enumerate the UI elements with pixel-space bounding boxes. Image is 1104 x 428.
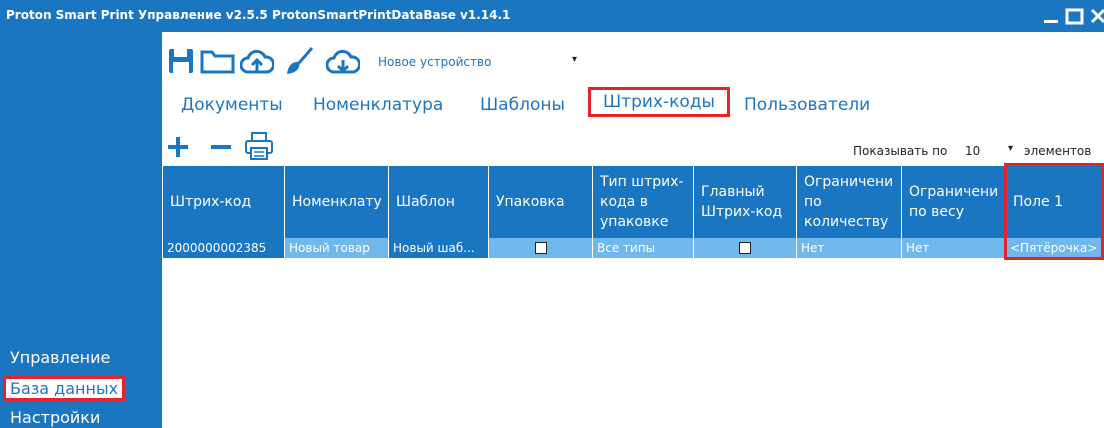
minimize-button[interactable] <box>1040 4 1062 28</box>
page-size-label: Показывать по <box>853 144 948 158</box>
column-header-nomenclature[interactable]: Номенклату <box>285 166 389 238</box>
maximize-button[interactable] <box>1064 4 1086 28</box>
broom-icon[interactable] <box>284 46 314 80</box>
cell-barcode[interactable]: 2000000002385 <box>163 238 285 258</box>
column-header-barcode-type[interactable]: Тип штрих-кода в упаковке <box>593 166 694 238</box>
cell-main-barcode[interactable] <box>694 238 797 258</box>
device-select[interactable]: Новое устройство <box>378 55 491 69</box>
plus-icon[interactable] <box>166 135 190 163</box>
window-title: Proton Smart Print Управление v2.5.5 Pro… <box>6 8 511 22</box>
tab-users[interactable]: Пользователи <box>744 95 870 115</box>
tab-templates[interactable]: Шаблоны <box>480 95 565 115</box>
title-bar: Proton Smart Print Управление v2.5.5 Pro… <box>0 0 1104 32</box>
sidebar-item-database[interactable]: База данных <box>2 376 126 401</box>
cell-template[interactable]: Новый шаб... <box>389 238 489 258</box>
tab-barcodes[interactable]: Штрих-коды <box>588 87 730 117</box>
cell-package[interactable] <box>489 238 593 258</box>
device-dropdown-arrow[interactable]: ▾ <box>572 54 577 65</box>
page-size-suffix: элементов <box>1024 144 1092 158</box>
folder-icon[interactable] <box>200 50 236 78</box>
cell-limit-qty[interactable]: Нет <box>797 238 902 258</box>
column-header-package[interactable]: Упаковка <box>489 166 593 238</box>
cloud-upload-icon[interactable] <box>239 48 276 80</box>
column-header-template[interactable]: Шаблон <box>389 166 489 238</box>
close-button[interactable] <box>1088 4 1104 28</box>
field1-highlight <box>1004 163 1104 260</box>
column-header-barcode[interactable]: Штрих-код <box>163 166 285 238</box>
cell-nomenclature[interactable]: Новый товар <box>285 238 389 258</box>
sidebar: Управление База данных Настройки <box>0 32 162 428</box>
column-header-limit-weight[interactable]: Ограничени по весу <box>902 166 1006 238</box>
package-checkbox[interactable] <box>534 242 547 254</box>
cell-barcode-type[interactable]: Все типы <box>593 238 694 258</box>
printer-icon[interactable] <box>244 131 274 165</box>
sidebar-item-management[interactable]: Управление <box>6 348 114 367</box>
column-header-limit-qty[interactable]: Ограничени по количеству <box>797 166 902 238</box>
main-barcode-checkbox[interactable] <box>739 242 751 254</box>
sidebar-item-settings[interactable]: Настройки <box>6 408 104 427</box>
minimize-icon <box>1044 20 1058 23</box>
cloud-download-icon[interactable] <box>325 48 362 80</box>
maximize-icon <box>1065 8 1084 25</box>
tab-nomenclature[interactable]: Номенклатура <box>313 95 443 115</box>
close-icon <box>1090 8 1104 24</box>
cell-limit-weight[interactable]: Нет <box>902 238 1006 258</box>
column-header-main-barcode[interactable]: Главный Штрих-код <box>694 166 797 238</box>
minus-icon[interactable] <box>209 135 233 163</box>
page-size-select[interactable]: 10 <box>965 144 980 158</box>
save-icon[interactable] <box>168 48 194 78</box>
tab-documents[interactable]: Документы <box>181 95 283 115</box>
page-size-dropdown-arrow[interactable]: ▾ <box>1008 143 1013 154</box>
barcode-table: Штрих-код Номенклату Шаблон Упаковка Тип… <box>163 166 1104 259</box>
